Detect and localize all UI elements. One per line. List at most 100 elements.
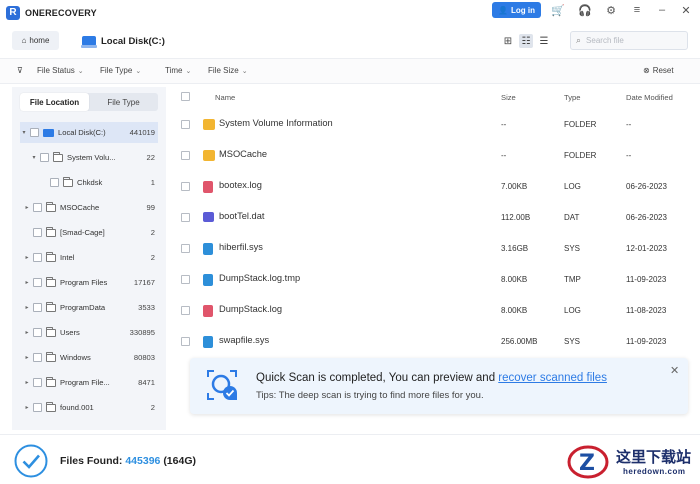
checkbox[interactable]	[50, 178, 59, 187]
tree-item-windows[interactable]: ▸ Windows 80803	[20, 347, 158, 368]
tree-item-label: found.001	[60, 403, 94, 412]
checkbox[interactable]	[33, 328, 42, 337]
checkbox[interactable]	[33, 378, 42, 387]
chevron-right-icon[interactable]: ▸	[23, 354, 31, 361]
files-found-summary: Files Found: 445396 (164G)	[60, 455, 196, 467]
chevron-right-icon[interactable]: ▸	[23, 404, 31, 411]
file-type: SYS	[564, 337, 581, 346]
notice-subtitle: Tips: The deep scan is trying to find mo…	[256, 390, 484, 401]
file-date: --	[626, 120, 632, 129]
detail-view-icon[interactable]: ☷	[519, 34, 533, 48]
filter-file-type[interactable]: File Type ⌄	[100, 66, 141, 75]
file-type: LOG	[564, 182, 581, 191]
search-input[interactable]	[586, 36, 677, 45]
row-checkbox[interactable]	[181, 182, 190, 191]
row-checkbox[interactable]	[181, 213, 190, 222]
cart-icon[interactable]: 🛒	[551, 3, 565, 17]
table-row[interactable]: System Volume Information -- FOLDER --	[172, 109, 690, 140]
row-checkbox[interactable]	[181, 151, 190, 160]
column-size[interactable]: Size	[501, 93, 516, 102]
settings-icon[interactable]: ⚙	[604, 3, 618, 17]
column-date-modified[interactable]: Date Modified	[626, 93, 673, 102]
tree-item-smad-cage[interactable]: [Smad-Cage] 2	[20, 222, 158, 243]
table-row[interactable]: MSOCache -- FOLDER --	[172, 140, 690, 171]
tab-file-location[interactable]: File Location	[20, 93, 89, 111]
close-icon[interactable]: ✕	[670, 364, 679, 377]
tree-item-label: Program File...	[60, 378, 110, 387]
recover-files-link[interactable]: recover scanned files	[498, 372, 607, 384]
file-name: MSOCache	[219, 149, 268, 159]
close-window-icon[interactable]: ✕	[679, 3, 693, 17]
row-checkbox[interactable]	[181, 244, 190, 253]
table-row[interactable]: swapfile.sys 256.00MB SYS 11-09-2023	[172, 326, 690, 357]
chevron-right-icon[interactable]: ▸	[23, 204, 31, 211]
home-button[interactable]: ⌂ home	[12, 31, 59, 50]
tree-item-local-disk[interactable]: ▾ Local Disk(C:) 441019	[20, 122, 158, 143]
tree-item-system-volume[interactable]: ▾ System Volu... 22	[20, 147, 158, 168]
chevron-right-icon[interactable]: ▸	[23, 329, 31, 336]
tree-item-users[interactable]: ▸ Users 330895	[20, 322, 158, 343]
tree-item-program-files-x86[interactable]: ▸ Program File... 8471	[20, 372, 158, 393]
row-checkbox[interactable]	[181, 337, 190, 346]
checkbox[interactable]	[30, 128, 39, 137]
chevron-right-icon[interactable]: ▸	[23, 279, 31, 286]
select-all-checkbox[interactable]	[181, 92, 190, 101]
file-date: 06-26-2023	[626, 213, 667, 222]
reset-button[interactable]: ⊗ Reset	[643, 66, 674, 75]
reset-icon: ⊗	[643, 66, 650, 75]
menu-icon[interactable]: ≡	[630, 3, 644, 17]
file-size: 8.00KB	[501, 275, 528, 284]
filter-time[interactable]: Time ⌄	[165, 66, 191, 75]
log-file-icon	[203, 305, 213, 317]
checkbox[interactable]	[40, 153, 49, 162]
table-row[interactable]: DumpStack.log.tmp 8.00KB TMP 11-09-2023	[172, 264, 690, 295]
checkbox[interactable]	[33, 353, 42, 362]
user-icon: 👤	[498, 5, 508, 15]
tree-item-program-files[interactable]: ▸ Program Files 17167	[20, 272, 158, 293]
chevron-right-icon[interactable]: ▸	[23, 379, 31, 386]
tree-item-intel[interactable]: ▸ Intel 2	[20, 247, 158, 268]
folder-icon	[46, 251, 56, 262]
nav-bar: ⌂ home Local Disk(C:) ⊞ ☷ ☰ ⌕	[0, 28, 700, 54]
login-button[interactable]: 👤 Log in	[492, 2, 541, 18]
column-name[interactable]: Name	[215, 93, 235, 102]
file-type: FOLDER	[564, 120, 597, 129]
table-row[interactable]: bootTel.dat 112.00B DAT 06-26-2023	[172, 202, 690, 233]
chevron-down-icon[interactable]: ▾	[20, 129, 28, 136]
headset-icon[interactable]: 🎧	[578, 3, 592, 17]
file-size: 112.00B	[501, 213, 531, 222]
row-checkbox[interactable]	[181, 306, 190, 315]
filter-file-status[interactable]: File Status ⌄	[37, 66, 84, 75]
tree-item-chkdsk[interactable]: Chkdsk 1	[20, 172, 158, 193]
chevron-right-icon[interactable]: ▸	[23, 304, 31, 311]
table-row[interactable]: hiberfil.sys 3.16GB SYS 12-01-2023	[172, 233, 690, 264]
checkbox[interactable]	[33, 253, 42, 262]
file-date: 11-09-2023	[626, 337, 667, 346]
table-row[interactable]: DumpStack.log 8.00KB LOG 11-08-2023	[172, 295, 690, 326]
checkbox[interactable]	[33, 403, 42, 412]
tab-file-type[interactable]: File Type	[89, 93, 158, 111]
row-checkbox[interactable]	[181, 275, 190, 284]
tree-item-found-001[interactable]: ▸ found.001 2	[20, 397, 158, 418]
checkbox[interactable]	[33, 228, 42, 237]
checkbox[interactable]	[33, 203, 42, 212]
minimize-icon[interactable]: –	[655, 3, 669, 17]
file-date: --	[626, 151, 632, 160]
tree-item-msocache[interactable]: ▸ MSOCache 99	[20, 197, 158, 218]
table-row[interactable]: bootex.log 7.00KB LOG 06-26-2023	[172, 171, 690, 202]
files-found-size: (164G)	[163, 455, 196, 467]
tree-item-label: Local Disk(C:)	[58, 128, 106, 137]
folder-icon	[46, 226, 56, 237]
row-checkbox[interactable]	[181, 120, 190, 129]
grid-view-icon[interactable]: ⊞	[501, 34, 515, 48]
tree-item-programdata[interactable]: ▸ ProgramData 3533	[20, 297, 158, 318]
file-name: DumpStack.log.tmp	[219, 273, 301, 283]
chevron-down-icon[interactable]: ▾	[30, 154, 38, 161]
list-view-icon[interactable]: ☰	[537, 34, 551, 48]
chevron-right-icon[interactable]: ▸	[23, 254, 31, 261]
app-name: ONERECOVERY	[25, 8, 97, 18]
filter-file-size[interactable]: File Size ⌄	[208, 66, 248, 75]
checkbox[interactable]	[33, 278, 42, 287]
checkbox[interactable]	[33, 303, 42, 312]
column-type[interactable]: Type	[564, 93, 580, 102]
